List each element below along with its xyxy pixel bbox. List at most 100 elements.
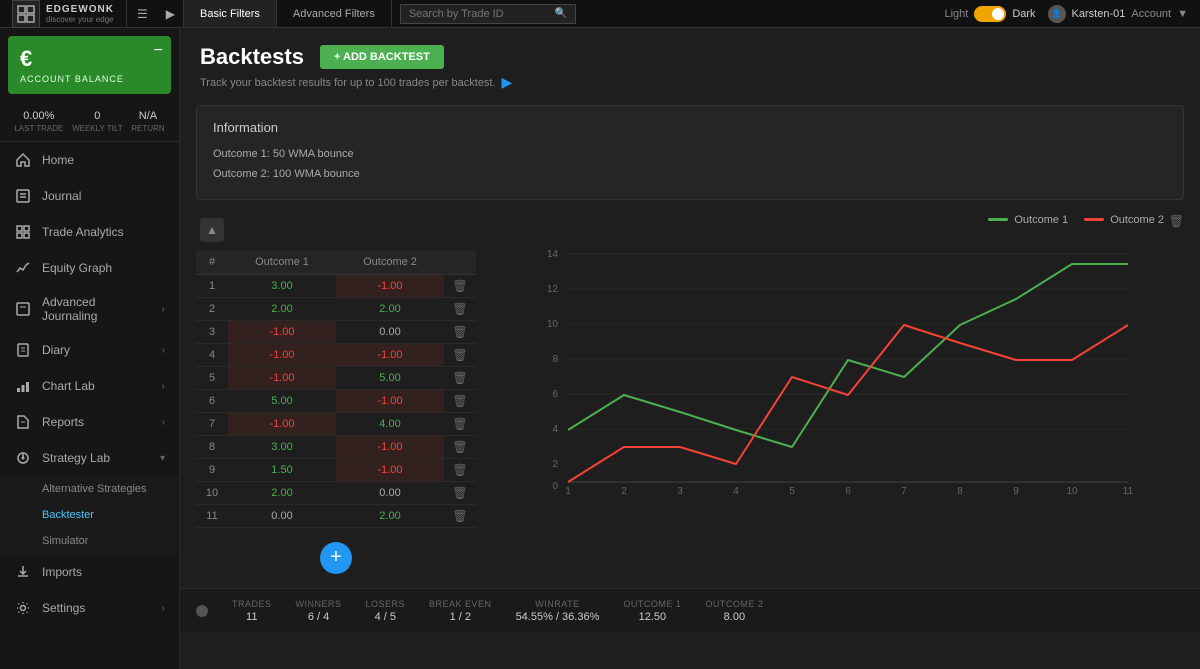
row-outcome1-value[interactable]: 5.00 [228, 390, 336, 412]
svg-text:12: 12 [547, 284, 559, 295]
data-area: ▲ # Outcome 1 Outcome 2 1 3.00 -1.00 🗑 2… [196, 214, 1184, 588]
row-outcome2-value[interactable]: 2.00 [336, 298, 444, 320]
row-outcome2-value[interactable]: 0.00 [336, 321, 444, 343]
chart-delete-button[interactable]: 🗑 [1169, 214, 1184, 228]
delete-row-button[interactable]: 🗑 [444, 413, 476, 435]
footer-indicator [196, 605, 208, 617]
footer-winrate: WINRATE 54.55% / 36.36% [516, 599, 600, 623]
sidebar-item-simulator[interactable]: Simulator [0, 528, 179, 554]
nav-arrow-button[interactable]: ▶ [158, 0, 184, 27]
row-outcome2-value[interactable]: -1.00 [336, 436, 444, 458]
theme-toggle-track[interactable] [974, 6, 1006, 22]
logo-sub: discover your edge [46, 15, 114, 24]
sidebar-item-alternative-strategies[interactable]: Alternative Strategies [0, 476, 179, 502]
row-outcome1-value[interactable]: -1.00 [228, 413, 336, 435]
sidebar-item-trade-analytics[interactable]: Trade Analytics [0, 214, 179, 250]
toggle-thumb [992, 8, 1004, 20]
svg-text:0: 0 [552, 481, 558, 492]
row-outcome2-value[interactable]: -1.00 [336, 275, 444, 297]
row-num: 2 [196, 298, 228, 320]
row-outcome2-value[interactable]: 0.00 [336, 482, 444, 504]
delete-row-button[interactable]: 🗑 [444, 367, 476, 389]
sidebar-item-journal[interactable]: Journal [0, 178, 179, 214]
row-outcome2-value[interactable]: 5.00 [336, 367, 444, 389]
delete-row-button[interactable]: 🗑 [444, 436, 476, 458]
svg-text:1: 1 [565, 486, 571, 494]
row-outcome2-value[interactable]: -1.00 [336, 344, 444, 366]
row-num: 3 [196, 321, 228, 343]
search-input[interactable] [409, 8, 549, 20]
top-bar-right: Light Dark 👤 Karsten-01 Account ▼ [932, 5, 1200, 23]
sidebar-item-diary[interactable]: Diary › [0, 332, 179, 368]
basic-filters-tab[interactable]: Basic Filters [184, 0, 277, 27]
advanced-filters-tab[interactable]: Advanced Filters [277, 0, 392, 27]
last-trade-stat: 0.00% LAST TRADE [14, 110, 63, 133]
video-icon[interactable]: ▶ [502, 74, 513, 91]
row-outcome1-value[interactable]: -1.00 [228, 321, 336, 343]
sidebar-item-equity-graph[interactable]: Equity Graph [0, 250, 179, 286]
settings-icon [14, 599, 32, 617]
menu-toggle-button[interactable]: ☰ [127, 0, 158, 27]
row-num: 7 [196, 413, 228, 435]
row-outcome1-value[interactable]: 0.00 [228, 505, 336, 527]
delete-row-button[interactable]: 🗑 [444, 321, 476, 343]
row-num: 1 [196, 275, 228, 297]
delete-row-button[interactable]: 🗑 [444, 344, 476, 366]
row-outcome2-value[interactable]: 4.00 [336, 413, 444, 435]
imports-icon [14, 563, 32, 581]
sidebar-item-settings-label: Settings [42, 601, 85, 615]
sidebar-item-backtester[interactable]: Backtester [0, 502, 179, 528]
theme-dark-label: Dark [1012, 8, 1035, 20]
logo-icon [12, 0, 40, 28]
chart-canvas: 14 12 10 8 6 4 2 0 1 2 [492, 234, 1184, 494]
footer-winners: WINNERS 6 / 4 [296, 599, 342, 623]
weekly-tilt-value: 0 [72, 110, 123, 122]
sidebar-item-diary-label: Diary [42, 343, 70, 357]
account-minus-button[interactable]: − [154, 42, 163, 60]
sidebar-item-home[interactable]: Home [0, 142, 179, 178]
row-outcome1-value[interactable]: 1.50 [228, 459, 336, 481]
delete-row-button[interactable]: 🗑 [444, 505, 476, 527]
row-outcome1-value[interactable]: 2.00 [228, 482, 336, 504]
add-row-button[interactable]: + [320, 542, 352, 574]
footer-outcome1: OUTCOME 1 12.50 [623, 599, 681, 623]
sidebar-item-settings[interactable]: Settings › [0, 590, 179, 626]
sidebar-item-advanced-journaling[interactable]: Advanced Journaling › [0, 286, 179, 332]
sidebar-item-reports[interactable]: Reports › [0, 404, 179, 440]
svg-text:9: 9 [1013, 486, 1019, 494]
footer-outcome1-value: 12.50 [623, 611, 681, 623]
add-backtest-button[interactable]: + ADD BACKTEST [320, 45, 444, 69]
footer-breakeven-value: 1 / 2 [429, 611, 492, 623]
footer-trades-value: 11 [232, 611, 272, 623]
delete-row-button[interactable]: 🗑 [444, 390, 476, 412]
user-menu[interactable]: 👤 Karsten-01 Account ▼ [1048, 5, 1188, 23]
row-outcome2-value[interactable]: 2.00 [336, 505, 444, 527]
sidebar-item-strategy-lab[interactable]: Strategy Lab ▾ [0, 440, 179, 476]
sidebar-item-chart-lab[interactable]: Chart Lab › [0, 368, 179, 404]
delete-row-button[interactable]: 🗑 [444, 275, 476, 297]
last-trade-value: 0.00% [14, 110, 63, 122]
row-num: 6 [196, 390, 228, 412]
logo-text: EDGEWONK [46, 4, 114, 15]
delete-row-button[interactable]: 🗑 [444, 482, 476, 504]
table-body: 1 3.00 -1.00 🗑 2 2.00 2.00 🗑 3 -1.00 0.0… [196, 275, 476, 528]
row-outcome1-value[interactable]: -1.00 [228, 344, 336, 366]
footer-trades: TRADES 11 [232, 599, 272, 623]
row-outcome1-value[interactable]: 3.00 [228, 436, 336, 458]
legend-outcome2: Outcome 2 [1084, 214, 1164, 226]
table-row: 5 -1.00 5.00 🗑 [196, 367, 476, 390]
row-outcome1-value[interactable]: 3.00 [228, 275, 336, 297]
row-outcome2-value[interactable]: -1.00 [336, 459, 444, 481]
row-outcome2-value[interactable]: -1.00 [336, 390, 444, 412]
row-outcome1-value[interactable]: 2.00 [228, 298, 336, 320]
row-outcome1-value[interactable]: -1.00 [228, 367, 336, 389]
sidebar-item-imports[interactable]: Imports [0, 554, 179, 590]
delete-row-button[interactable]: 🗑 [444, 298, 476, 320]
collapse-button[interactable]: ▲ [200, 218, 224, 242]
delete-row-button[interactable]: 🗑 [444, 459, 476, 481]
row-num: 5 [196, 367, 228, 389]
settings-chevron-icon: › [162, 603, 165, 614]
account-balance-section[interactable]: € − ACCOUNT BALANCE [8, 36, 171, 94]
user-name: Karsten-01 [1072, 8, 1126, 20]
footer-breakeven: BREAK EVEN 1 / 2 [429, 599, 492, 623]
